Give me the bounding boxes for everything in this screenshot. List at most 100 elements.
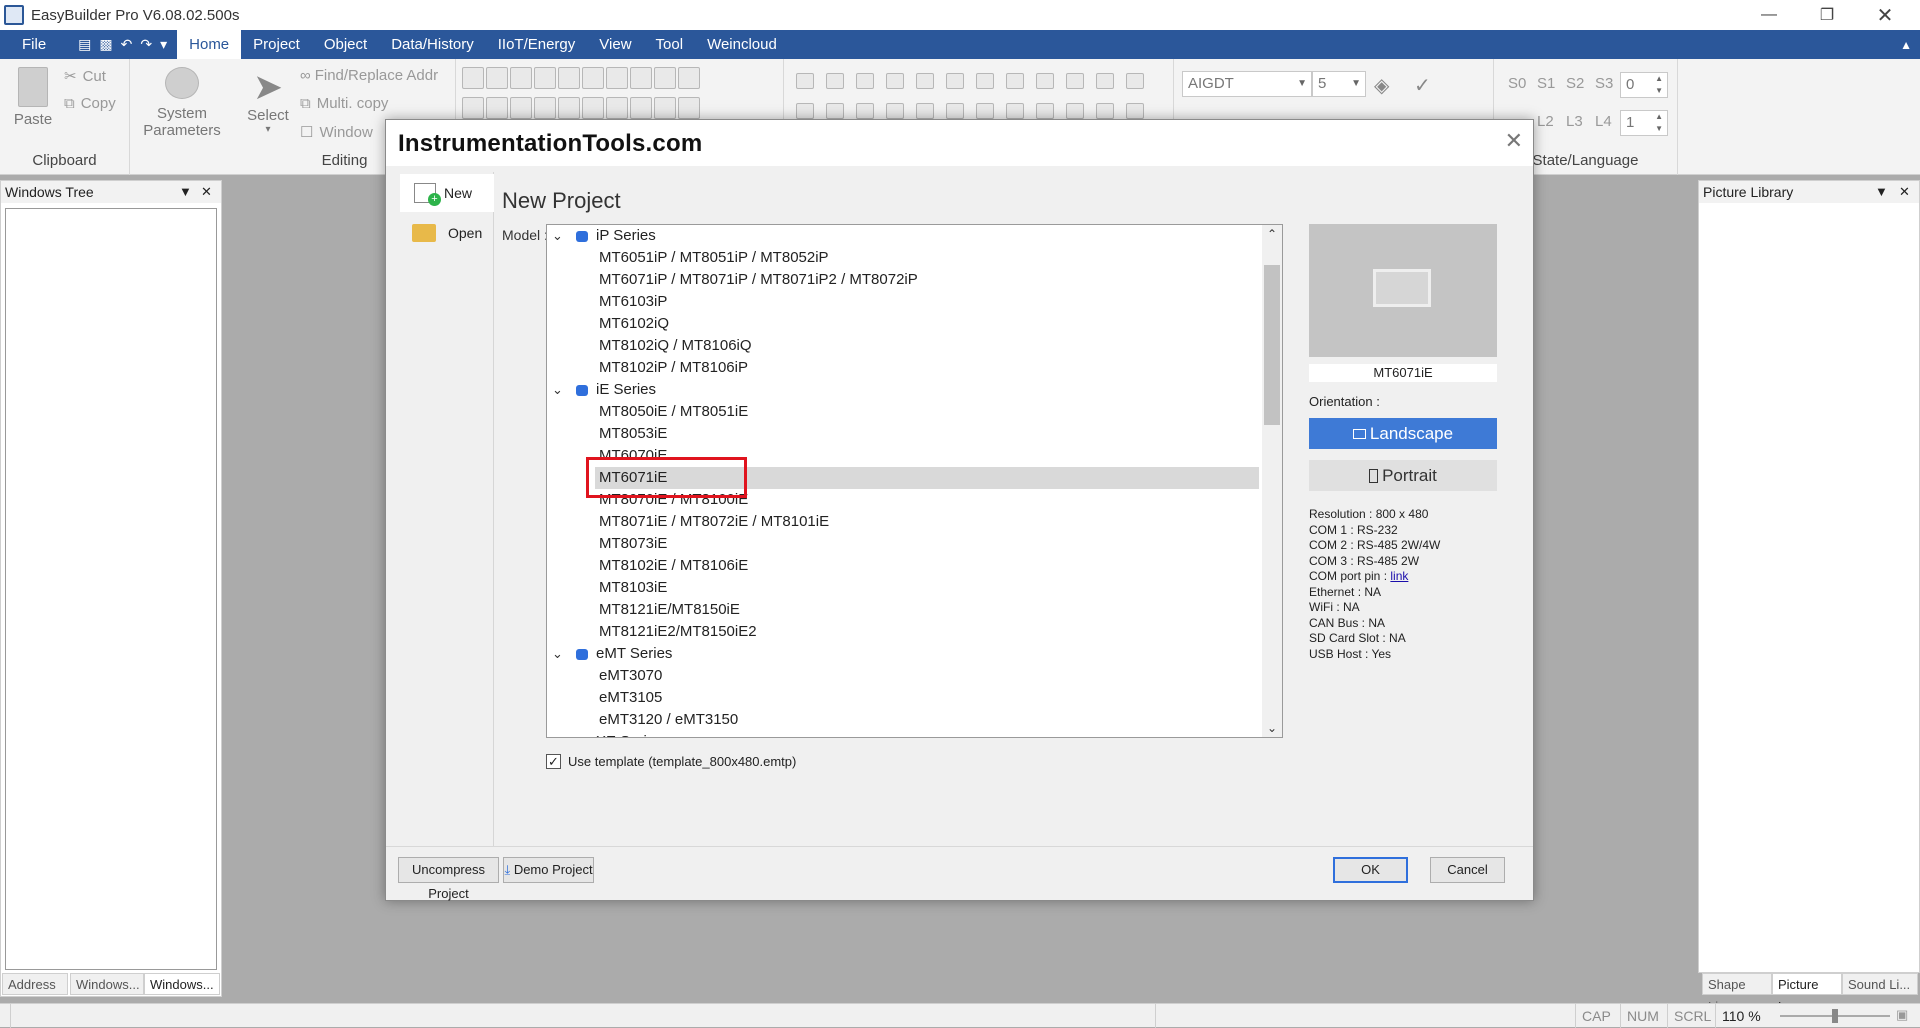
copy-button[interactable]: ⧉ Copy xyxy=(64,95,116,112)
layout-tool-icon[interactable] xyxy=(1126,73,1144,89)
tab-shape-library[interactable]: Shape Li... xyxy=(1702,973,1772,1014)
layout-tool-icon[interactable] xyxy=(1066,73,1084,89)
object-tool-icon[interactable] xyxy=(606,67,628,89)
font-family-combo[interactable]: AIGDT ▼ xyxy=(1182,71,1312,97)
close-button[interactable]: ✕ xyxy=(1856,0,1914,30)
object-tool-icon[interactable] xyxy=(678,97,700,119)
nav-new[interactable]: + New xyxy=(400,174,494,212)
tab-windows-1[interactable]: Windows... xyxy=(70,973,144,995)
layout-tool-icon[interactable] xyxy=(886,103,904,119)
tree-model-item[interactable]: MT8050iE / MT8051iE xyxy=(547,401,1263,423)
tree-model-item[interactable]: MT8073iE xyxy=(547,533,1263,555)
menu-data-history[interactable]: Data/History xyxy=(379,30,486,59)
layout-tool-icon[interactable] xyxy=(1036,73,1054,89)
object-tool-icon[interactable] xyxy=(462,67,484,89)
chevron-down-icon[interactable]: ⌄ xyxy=(552,731,563,737)
object-tool-icon[interactable] xyxy=(678,67,700,89)
tree-model-item[interactable]: MT8102iE / MT8106iE xyxy=(547,555,1263,577)
picture-library-view[interactable] xyxy=(1701,206,1917,968)
object-tool-icon[interactable] xyxy=(534,67,556,89)
tree-model-item[interactable]: MT6102iQ xyxy=(547,313,1263,335)
customize-icon[interactable]: ▾ xyxy=(160,36,167,53)
save-as-icon[interactable]: ▩ xyxy=(99,36,112,53)
tree-model-item[interactable]: MT6051iP / MT8051iP / MT8052iP xyxy=(547,247,1263,269)
tree-model-item[interactable]: MT8071iE / MT8072iE / MT8101iE xyxy=(547,511,1263,533)
zoom-slider-thumb[interactable] xyxy=(1832,1009,1838,1023)
layout-tool-icon[interactable] xyxy=(1096,103,1114,119)
layout-tool-icon[interactable] xyxy=(1006,73,1024,89)
object-tool-icon[interactable] xyxy=(582,97,604,119)
state-s3[interactable]: S3 xyxy=(1595,75,1613,92)
zoom-slider[interactable] xyxy=(1780,1009,1890,1023)
landscape-button[interactable]: Landscape xyxy=(1309,418,1497,449)
object-tool-icon[interactable] xyxy=(486,67,508,89)
object-tool-icon[interactable] xyxy=(606,97,628,119)
language-spinner[interactable]: 1 ▲ ▼ xyxy=(1620,110,1668,136)
tree-scrollbar[interactable]: ⌃ ⌄ xyxy=(1262,225,1282,737)
chevron-down-icon[interactable]: ⌄ xyxy=(552,379,563,401)
menu-project[interactable]: Project xyxy=(241,30,312,59)
close-icon[interactable]: ✕ xyxy=(201,181,212,203)
menu-iiot-energy[interactable]: IIoT/Energy xyxy=(486,30,588,59)
window-button[interactable]: ☐ Window xyxy=(300,123,373,142)
fill-color-icon[interactable]: ◈ xyxy=(1374,73,1389,98)
tab-address[interactable]: Address xyxy=(2,973,68,995)
use-template-checkbox[interactable]: ✓ xyxy=(546,754,561,769)
object-tool-icon[interactable] xyxy=(630,97,652,119)
object-tool-icon[interactable] xyxy=(534,97,556,119)
fit-icon[interactable]: ▣ xyxy=(1896,1007,1908,1023)
state-s1[interactable]: S1 xyxy=(1537,75,1555,92)
layout-tool-icon[interactable] xyxy=(796,103,814,119)
lang-l3[interactable]: L3 xyxy=(1566,113,1583,130)
menu-view[interactable]: View xyxy=(587,30,643,59)
tree-model-item[interactable]: eMT3120 / eMT3150 xyxy=(547,709,1263,731)
restore-button[interactable]: ❐ xyxy=(1798,0,1856,30)
state-s0[interactable]: S0 xyxy=(1508,75,1526,92)
paste-button[interactable]: Paste xyxy=(12,67,54,128)
tab-picture-library[interactable]: Picture L... xyxy=(1772,973,1842,1014)
undo-icon[interactable]: ↶ xyxy=(121,36,133,53)
panel-menu-icon[interactable]: ▼ xyxy=(179,181,192,203)
portrait-button[interactable]: Portrait xyxy=(1309,460,1497,491)
layout-tool-icon[interactable] xyxy=(1036,103,1054,119)
tree-model-item[interactable]: MT8121iE2/MT8150iE2 xyxy=(547,621,1263,643)
com-pin-link[interactable]: link xyxy=(1390,569,1408,583)
close-icon[interactable]: ✕ xyxy=(1899,181,1910,203)
find-replace-button[interactable]: ∞ Find/Replace Addr xyxy=(300,67,438,84)
use-template-row[interactable]: ✓ Use template (template_800x480.emtp) xyxy=(546,754,796,769)
nav-open[interactable]: Open xyxy=(400,214,494,252)
collapse-ribbon-icon[interactable]: ▲ xyxy=(1900,38,1912,52)
font-size-combo[interactable]: 5 ▼ xyxy=(1312,71,1366,97)
tree-series-item[interactable]: ⌄ iP Series xyxy=(547,225,1263,247)
object-tool-icon[interactable] xyxy=(486,97,508,119)
layout-tool-icon[interactable] xyxy=(916,103,934,119)
lang-l2[interactable]: L2 xyxy=(1537,113,1554,130)
layout-tool-icon[interactable] xyxy=(856,103,874,119)
tree-model-item-selected[interactable]: MT6071iE xyxy=(547,467,1263,489)
tree-series-item[interactable]: ⌄ iE Series xyxy=(547,379,1263,401)
layout-tool-icon[interactable] xyxy=(856,73,874,89)
layout-tool-icon[interactable] xyxy=(976,103,994,119)
model-tree[interactable]: ⌄ iP Series MT6051iP / MT8051iP / MT8052iP… xyxy=(546,224,1283,738)
layout-tool-icon[interactable] xyxy=(946,103,964,119)
dialog-close-icon[interactable]: ✕ xyxy=(1505,128,1523,154)
tab-sound-library[interactable]: Sound Li... xyxy=(1842,973,1918,995)
object-tool-icon[interactable] xyxy=(462,97,484,119)
scroll-thumb[interactable] xyxy=(1264,265,1280,425)
menu-object[interactable]: Object xyxy=(312,30,379,59)
tree-model-item[interactable]: MT8103iE xyxy=(547,577,1263,599)
format-painter-icon[interactable]: ✓ xyxy=(1414,73,1431,98)
tree-series-item[interactable]: ⌄ XE Series xyxy=(547,731,1263,737)
tree-series-item[interactable]: ⌄ eMT Series xyxy=(547,643,1263,665)
multi-copy-button[interactable]: ⧉ Multi. copy xyxy=(300,95,388,112)
tree-model-item[interactable]: MT8102iP / MT8106iP xyxy=(547,357,1263,379)
panel-menu-icon[interactable]: ▼ xyxy=(1875,181,1888,203)
tree-model-item[interactable]: eMT3070 xyxy=(547,665,1263,687)
tree-model-item[interactable]: MT8053iE xyxy=(547,423,1263,445)
tree-model-item[interactable]: MT8102iQ / MT8106iQ xyxy=(547,335,1263,357)
tree-model-item[interactable]: MT8070iE / MT8100iE xyxy=(547,489,1263,511)
object-tool-icon[interactable] xyxy=(582,67,604,89)
scroll-down-icon[interactable]: ⌄ xyxy=(1262,721,1282,735)
select-button[interactable]: ➤ Select ▾ xyxy=(246,67,290,136)
tree-model-item[interactable]: eMT3105 xyxy=(547,687,1263,709)
